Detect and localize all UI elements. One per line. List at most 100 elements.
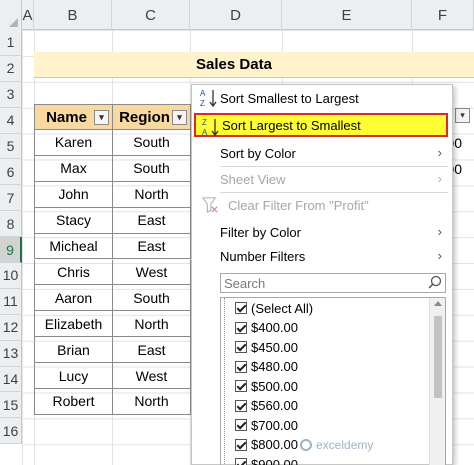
checkbox-checked-icon[interactable] — [235, 302, 247, 314]
region-cell[interactable]: North — [112, 311, 191, 338]
value-checkbox-item[interactable]: $700.00 — [235, 416, 298, 434]
header-cell-region[interactable]: Region ▾ — [112, 104, 191, 130]
row-header[interactable]: 3 — [0, 81, 22, 108]
value-label: $480.00 — [251, 359, 298, 374]
sort-descending-item[interactable]: Z A Sort Largest to Smallest — [194, 113, 448, 137]
checkbox-checked-icon[interactable] — [235, 458, 247, 465]
sort-by-color-label: Sort by Color — [220, 145, 296, 161]
title-cell[interactable]: Sales Data — [34, 52, 474, 78]
scroll-up-arrow-icon[interactable] — [434, 301, 442, 306]
row-header[interactable]: 11 — [0, 288, 22, 315]
chevron-right-icon: › — [437, 145, 442, 160]
column-headers: A B C D E F — [0, 0, 474, 30]
row-header[interactable]: 6 — [0, 159, 22, 186]
sort-ascending-icon: A Z — [200, 89, 217, 108]
scroll-thumb[interactable] — [434, 316, 442, 398]
region-cell[interactable]: West — [112, 259, 191, 286]
row-header[interactable]: 8 — [0, 211, 22, 238]
watermark: exceldemy — [300, 438, 373, 452]
name-cell[interactable]: Micheal — [34, 233, 113, 260]
filter-dropdown-button[interactable]: ▾ — [94, 110, 109, 125]
search-placeholder: Search — [224, 275, 266, 291]
filter-dropdown-button[interactable]: ▾ — [455, 108, 470, 123]
row-header[interactable]: 16 — [0, 418, 22, 445]
value-checkbox-item[interactable]: $400.00 — [235, 319, 298, 337]
value-checkbox-item[interactable]: $900.00 — [235, 455, 298, 465]
column-header-a[interactable]: A — [22, 0, 34, 30]
column-header-f[interactable]: F — [412, 0, 474, 30]
row-header[interactable]: 5 — [0, 133, 22, 160]
filter-by-color-item[interactable]: Filter by Color › — [192, 220, 452, 244]
checkbox-checked-icon[interactable] — [235, 360, 247, 373]
row-header[interactable]: 4 — [0, 107, 22, 134]
select-all-checkbox-item[interactable]: (Select All) — [235, 299, 313, 317]
name-cell[interactable]: Brian — [34, 337, 113, 364]
svg-text:Z: Z — [202, 118, 207, 127]
checkbox-checked-icon[interactable] — [235, 399, 247, 412]
row-header[interactable]: 10 — [0, 263, 22, 289]
header-name-label: Name — [46, 108, 87, 126]
number-filters-label: Number Filters — [220, 248, 306, 264]
select-all-cells-button[interactable] — [0, 0, 22, 30]
name-cell[interactable]: Stacy — [34, 207, 113, 234]
row-headers: 1 2 3 4 5 6 7 8 9 10 11 12 13 14 15 16 — [0, 30, 22, 445]
row-header[interactable]: 1 — [0, 30, 22, 56]
sort-ascending-item[interactable]: A Z Sort Smallest to Largest — [192, 86, 452, 110]
sort-by-color-item[interactable]: Sort by Color › — [192, 141, 452, 165]
sheet-title: Sales Data — [196, 56, 272, 73]
value-label: $450.00 — [251, 339, 298, 355]
name-cell[interactable]: Robert — [34, 389, 113, 415]
row-header[interactable]: 13 — [0, 340, 22, 367]
row-header[interactable]: 12 — [0, 314, 22, 341]
value-checkbox-item[interactable]: $500.00 — [235, 377, 298, 395]
tree-line — [224, 298, 232, 465]
search-icon — [428, 275, 442, 289]
row-header[interactable]: 15 — [0, 392, 22, 419]
name-cell[interactable]: Elizabeth — [34, 311, 113, 338]
checkbox-checked-icon[interactable] — [235, 438, 247, 451]
name-cell[interactable]: Karen — [34, 130, 113, 156]
region-cell[interactable]: South — [112, 285, 191, 312]
header-cell-name[interactable]: Name ▾ — [34, 104, 113, 130]
exceldemy-logo-icon — [300, 439, 312, 451]
sort-ascending-label: Sort Smallest to Largest — [220, 90, 359, 106]
value-label: $700.00 — [251, 417, 298, 433]
region-cell[interactable]: North — [112, 181, 191, 208]
name-cell[interactable]: John — [34, 181, 113, 208]
name-cell[interactable]: Max — [34, 155, 113, 182]
value-label: $560.00 — [251, 398, 298, 413]
column-header-d[interactable]: D — [190, 0, 282, 30]
number-filters-item[interactable]: Number Filters › — [192, 244, 452, 268]
region-cell[interactable]: East — [112, 337, 191, 364]
checkbox-checked-icon[interactable] — [235, 419, 247, 431]
value-checkbox-item[interactable]: $560.00 — [235, 397, 298, 415]
list-scrollbar[interactable] — [429, 298, 445, 465]
filter-search-input[interactable]: Search — [220, 273, 446, 293]
row-header-selected[interactable]: 9 — [0, 237, 22, 264]
value-checkbox-item[interactable]: $480.00 — [235, 358, 298, 376]
row-header[interactable]: 2 — [0, 55, 22, 82]
value-checkbox-item[interactable]: $450.00 — [235, 338, 298, 356]
column-header-b[interactable]: B — [34, 0, 112, 30]
row-header[interactable]: 7 — [0, 185, 22, 212]
row-header[interactable]: 14 — [0, 366, 22, 393]
checkbox-checked-icon[interactable] — [235, 380, 247, 392]
checkbox-checked-icon[interactable] — [235, 321, 247, 334]
region-cell[interactable]: South — [112, 130, 191, 156]
sort-descending-label: Sort Largest to Smallest — [222, 117, 361, 133]
name-cell[interactable]: Aaron — [34, 285, 113, 312]
region-cell[interactable]: West — [112, 363, 191, 389]
checkbox-checked-icon[interactable] — [235, 341, 247, 353]
region-cell[interactable]: North — [112, 389, 191, 415]
column-header-c[interactable]: C — [112, 0, 190, 30]
clear-filter-label: Clear Filter From "Profit" — [228, 197, 369, 213]
region-cell[interactable]: East — [112, 233, 191, 260]
region-cell[interactable]: East — [112, 207, 191, 234]
region-cell[interactable]: South — [112, 155, 191, 182]
filter-dropdown-button[interactable]: ▾ — [172, 110, 187, 125]
name-cell[interactable]: Chris — [34, 259, 113, 286]
value-checkbox-item[interactable]: $800.00 — [235, 436, 298, 454]
chevron-right-icon: › — [437, 171, 442, 186]
name-cell[interactable]: Lucy — [34, 363, 113, 389]
column-header-e[interactable]: E — [282, 0, 412, 30]
